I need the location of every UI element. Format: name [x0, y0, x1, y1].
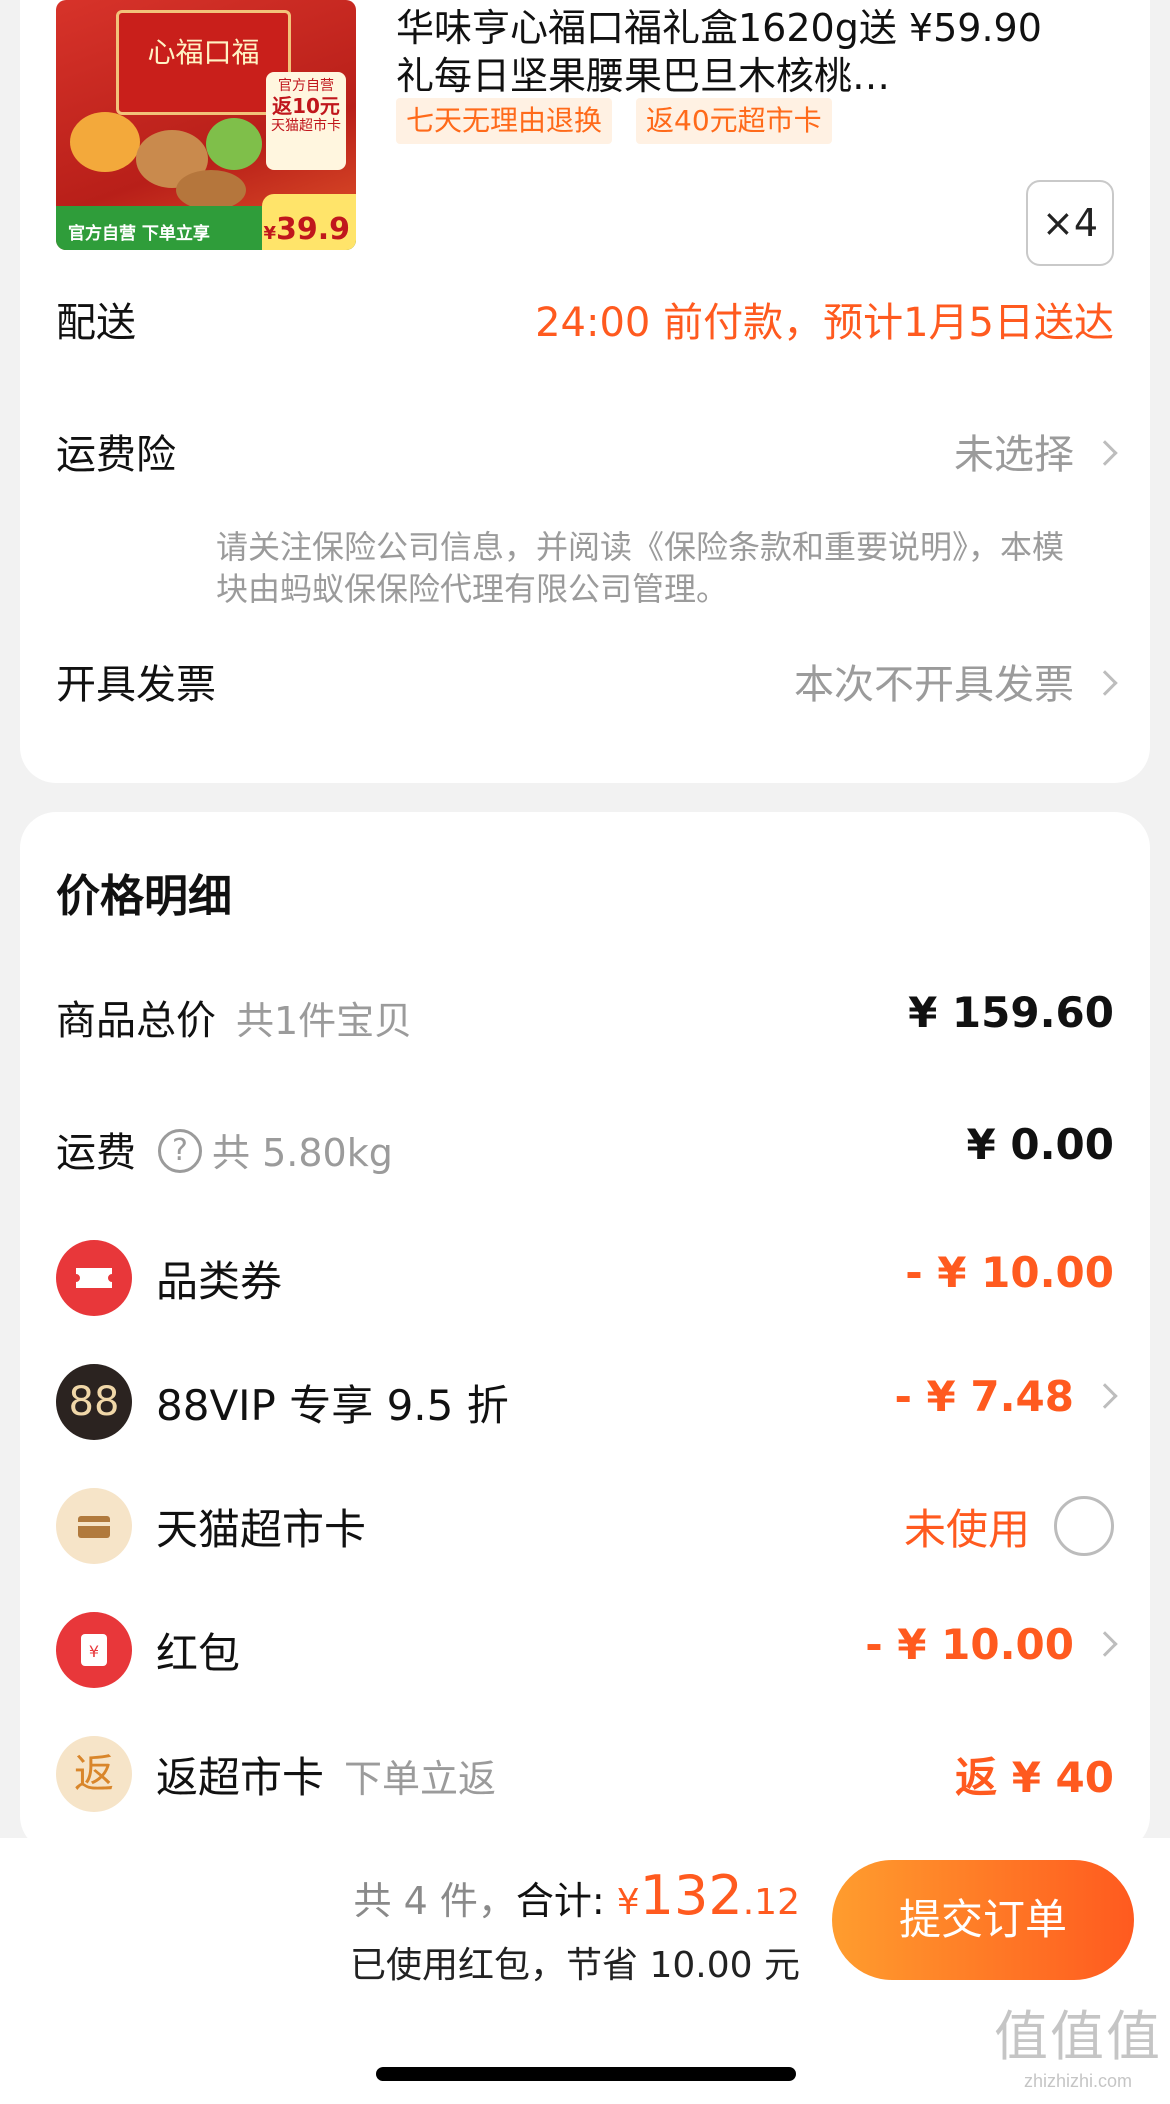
watermark: 值值值 zhizhizhi.com — [994, 1992, 1162, 2092]
goods-total-label-text: 商品总价 — [56, 998, 216, 1044]
nut-bowl-graphic — [206, 118, 262, 170]
watermark-logo: 值值值 — [994, 2005, 1162, 2068]
checkout-bar: 共 4 件，合计: ¥132.12 已使用红包，节省 10.00 元 提交订单 … — [0, 1838, 1170, 2104]
category-coupon-label: 品类券 — [156, 1257, 283, 1306]
shipping-fee-label-text: 运费 — [56, 1130, 136, 1176]
badge-line: 官方自营 — [278, 78, 334, 94]
88vip-icon: 88 — [56, 1364, 132, 1440]
rebate-tag: 返40元超市卡 — [636, 98, 832, 144]
red-packet-label: 红包 — [156, 1629, 241, 1678]
total-decimal: .12 — [742, 1882, 800, 1923]
vip-discount-value: - ¥ 7.48 — [894, 1372, 1118, 1421]
invoice-label: 开具发票 — [56, 662, 216, 708]
product-title-line: 礼每日坚果腰果巴旦木核桃… — [396, 54, 891, 98]
help-icon[interactable]: ? — [158, 1129, 202, 1173]
insurance-value-text: 未选择 — [954, 432, 1074, 478]
image-banner-text: 官方自营 下单立享 — [68, 224, 210, 244]
red-packet-icon: ¥ — [56, 1612, 132, 1688]
product-image[interactable]: 心福口福 官方自营 返10元 天猫超市卡 官方自营 下单立享 ¥39.9 — [56, 0, 356, 250]
price-detail-card: 价格明细 商品总价 共1件宝贝 ¥ 159.60 运费? 共 5.80kg ¥ 0.… — [20, 812, 1150, 1852]
nut-bowl-graphic — [70, 112, 140, 172]
red-packet-value: - ¥ 10.00 — [865, 1620, 1118, 1669]
badge-line: 天猫超市卡 — [271, 118, 341, 134]
total-currency: ¥ — [616, 1882, 640, 1923]
delivery-label: 配送 — [56, 300, 136, 346]
badge-line: 返10元 — [272, 94, 340, 118]
insurance-value: 未选择 — [954, 422, 1118, 480]
product-title[interactable]: 华味亨心福口福礼盒1620g送 ¥59.90 礼每日坚果腰果巴旦木核桃… — [396, 4, 1136, 100]
insurance-label: 运费险 — [56, 432, 176, 478]
total-label: 合计: — [515, 1879, 605, 1923]
image-price-value: 39.9 — [275, 212, 350, 247]
supermarket-card-label: 天猫超市卡 — [156, 1505, 367, 1554]
goods-total-value: ¥ 159.60 — [908, 988, 1114, 1037]
return-policy-tag: 七天无理由退换 — [396, 98, 613, 144]
watermark-url: zhizhizhi.com — [1023, 2071, 1133, 2091]
rebate-icon: 返 — [56, 1736, 132, 1812]
rebate-label: 返超市卡 下单立返 — [156, 1744, 496, 1805]
total-integer: 132 — [639, 1864, 743, 1927]
product-title-line: 华味亨心福口福礼盒1620g送 ¥59.90 — [396, 6, 1042, 50]
item-count: 共 4 件， — [353, 1879, 516, 1923]
red-packet-value-text: - ¥ 10.00 — [865, 1620, 1074, 1669]
rebate-value: 返 ¥ 40 — [955, 1753, 1114, 1802]
shipping-fee-label: 运费? 共 5.80kg — [56, 1120, 393, 1178]
delivery-value: 24:00 前付款，预计1月5日送达 — [535, 300, 1114, 346]
image-price: ¥39.9 — [263, 212, 350, 247]
ticket-icon — [56, 1240, 132, 1316]
insurance-note: 请关注保险公司信息，并阅读《保险条款和重要说明》，本模块由蚂蚁保保险代理有限公司… — [216, 528, 1065, 608]
vip-discount-label: 88VIP 专享 9.5 折 — [156, 1381, 509, 1430]
goods-count: 共1件宝贝 — [236, 999, 413, 1043]
order-total: 共 4 件，合计: ¥132.12 — [354, 1864, 801, 1927]
shipping-weight: 共 5.80kg — [212, 1131, 393, 1175]
category-coupon-value: - ¥ 10.00 — [905, 1248, 1114, 1297]
submit-order-button[interactable]: 提交订单 — [832, 1860, 1134, 1980]
savings-text: 已使用红包，节省 10.00 元 — [350, 1945, 800, 1986]
promo-badge: 官方自营 返10元 天猫超市卡 — [266, 72, 346, 170]
invoice-value-text: 本次不开具发票 — [794, 662, 1074, 708]
chevron-right-icon — [1092, 440, 1118, 466]
card-icon — [56, 1488, 132, 1564]
supermarket-card-status: 未使用 — [903, 1505, 1030, 1554]
quantity-stepper[interactable]: ×4 — [1026, 180, 1114, 266]
order-item-card: 心福口福 官方自营 返10元 天猫超市卡 官方自营 下单立享 ¥39.9 华味亨… — [20, 0, 1150, 783]
chevron-right-icon — [1092, 1630, 1118, 1657]
rebate-label-text: 返超市卡 — [156, 1753, 325, 1802]
gift-box-graphic: 心福口福 — [116, 10, 291, 115]
invoice-value: 本次不开具发票 — [794, 652, 1118, 710]
chevron-right-icon — [1092, 1382, 1118, 1409]
goods-total-label: 商品总价 共1件宝贝 — [56, 988, 412, 1046]
nut-bowl-graphic — [176, 170, 246, 210]
supermarket-card-radio[interactable] — [1054, 1496, 1114, 1556]
rebate-sub: 下单立返 — [344, 1757, 497, 1801]
image-price-currency: ¥ — [263, 223, 276, 244]
section-title: 价格明细 — [56, 871, 232, 922]
vip-discount-value-text: - ¥ 7.48 — [894, 1372, 1074, 1421]
chevron-right-icon — [1092, 670, 1118, 696]
shipping-fee-value: ¥ 0.00 — [966, 1120, 1114, 1169]
home-indicator[interactable] — [376, 2067, 796, 2081]
red-packet-icon-glyph: ¥ — [89, 1642, 99, 1661]
